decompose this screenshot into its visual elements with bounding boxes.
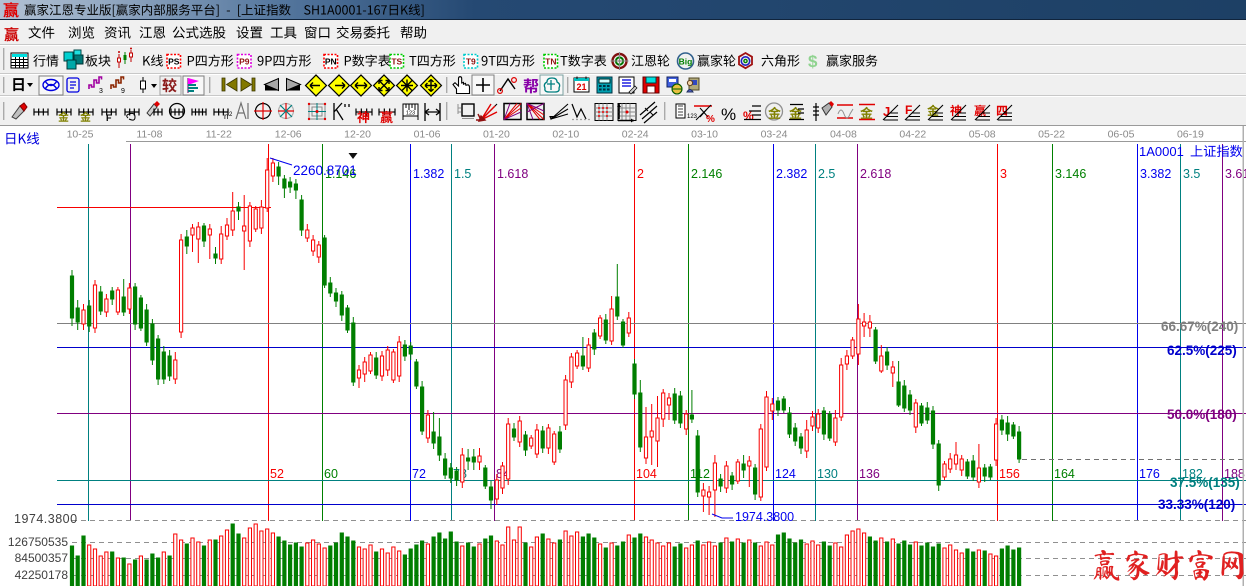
svg-text:03-24: 03-24 [761, 129, 788, 141]
svg-text:T9: T9 [466, 57, 476, 67]
svg-text:04-22: 04-22 [899, 129, 926, 141]
svg-text:2.382: 2.382 [776, 167, 807, 181]
svg-text:124: 124 [775, 467, 796, 481]
svg-text:TN: TN [545, 57, 556, 67]
svg-text:Big: Big [679, 57, 693, 67]
svg-text:$: $ [808, 52, 818, 71]
svg-text:123: 123 [687, 114, 698, 120]
svg-text:F: F [905, 103, 912, 117]
svg-text:52: 52 [270, 467, 284, 481]
svg-text:12-20: 12-20 [344, 129, 371, 141]
svg-text:21: 21 [576, 82, 586, 92]
svg-text:1A0001: 1A0001 [1139, 144, 1184, 159]
svg-text:06-19: 06-19 [1177, 129, 1204, 141]
svg-text:112: 112 [690, 467, 710, 481]
svg-text:2: 2 [637, 167, 644, 181]
svg-text:10-25: 10-25 [67, 129, 94, 141]
svg-text:50.0%(180): 50.0%(180) [1167, 407, 1237, 422]
svg-text:156: 156 [999, 467, 1020, 481]
svg-text:01-20: 01-20 [483, 129, 510, 141]
svg-text:60: 60 [324, 467, 338, 481]
svg-text:37.5%(135): 37.5%(135) [1170, 475, 1240, 490]
svg-text:164: 164 [1054, 467, 1075, 481]
svg-text:1.382: 1.382 [413, 167, 444, 181]
svg-text:2.5: 2.5 [818, 167, 835, 181]
svg-text:PN: PN [325, 57, 337, 67]
svg-text:2260.8701: 2260.8701 [293, 163, 357, 178]
svg-text:2.146: 2.146 [691, 167, 722, 181]
svg-text:%: % [706, 114, 715, 125]
svg-text:42250178: 42250178 [15, 568, 69, 582]
svg-text:1.5: 1.5 [454, 167, 471, 181]
svg-text:02-10: 02-10 [552, 129, 579, 141]
svg-text:TS: TS [391, 57, 402, 67]
svg-text:2.618: 2.618 [860, 167, 891, 181]
svg-text:3.382: 3.382 [1140, 167, 1171, 181]
svg-text:03-10: 03-10 [691, 129, 718, 141]
svg-text:1974.3800: 1974.3800 [735, 510, 794, 524]
svg-text:176: 176 [1139, 467, 1160, 481]
svg-text:%: % [721, 105, 736, 124]
svg-text:11-08: 11-08 [136, 129, 162, 141]
svg-text:12-06: 12-06 [275, 129, 302, 141]
svg-text:1.618: 1.618 [497, 167, 528, 181]
svg-text:123: 123 [406, 111, 415, 117]
svg-text:11-22: 11-22 [206, 129, 232, 141]
svg-text:3: 3 [99, 88, 103, 95]
svg-text:104: 104 [636, 467, 657, 481]
svg-text:33.33%(120): 33.33%(120) [1158, 497, 1235, 512]
svg-text:66.67%(240): 66.67%(240) [1161, 319, 1238, 334]
svg-text:9: 9 [121, 88, 125, 95]
svg-text:01-06: 01-06 [414, 129, 441, 141]
svg-text:P9: P9 [239, 57, 250, 67]
svg-text:F: F [106, 113, 112, 123]
svg-text:PS: PS [168, 57, 180, 67]
svg-text:62.5%(225): 62.5%(225) [1167, 343, 1237, 358]
svg-text:136: 136 [859, 467, 880, 481]
svg-text:130: 130 [817, 467, 838, 481]
svg-text:3.146: 3.146 [1055, 167, 1086, 181]
svg-text:3: 3 [1000, 167, 1007, 181]
svg-text:72: 72 [412, 467, 426, 481]
svg-text:06-05: 06-05 [1108, 129, 1135, 141]
svg-text:126750535: 126750535 [8, 535, 68, 549]
svg-text:n: n [224, 112, 228, 121]
svg-text:05-08: 05-08 [969, 129, 996, 141]
svg-text:02-24: 02-24 [622, 129, 649, 141]
svg-text:1974.3800: 1974.3800 [14, 512, 78, 526]
svg-text:05-22: 05-22 [1038, 129, 1065, 141]
svg-text:3.5: 3.5 [1183, 167, 1200, 181]
svg-text:84500357: 84500357 [15, 551, 69, 565]
svg-text:04-08: 04-08 [830, 129, 857, 141]
